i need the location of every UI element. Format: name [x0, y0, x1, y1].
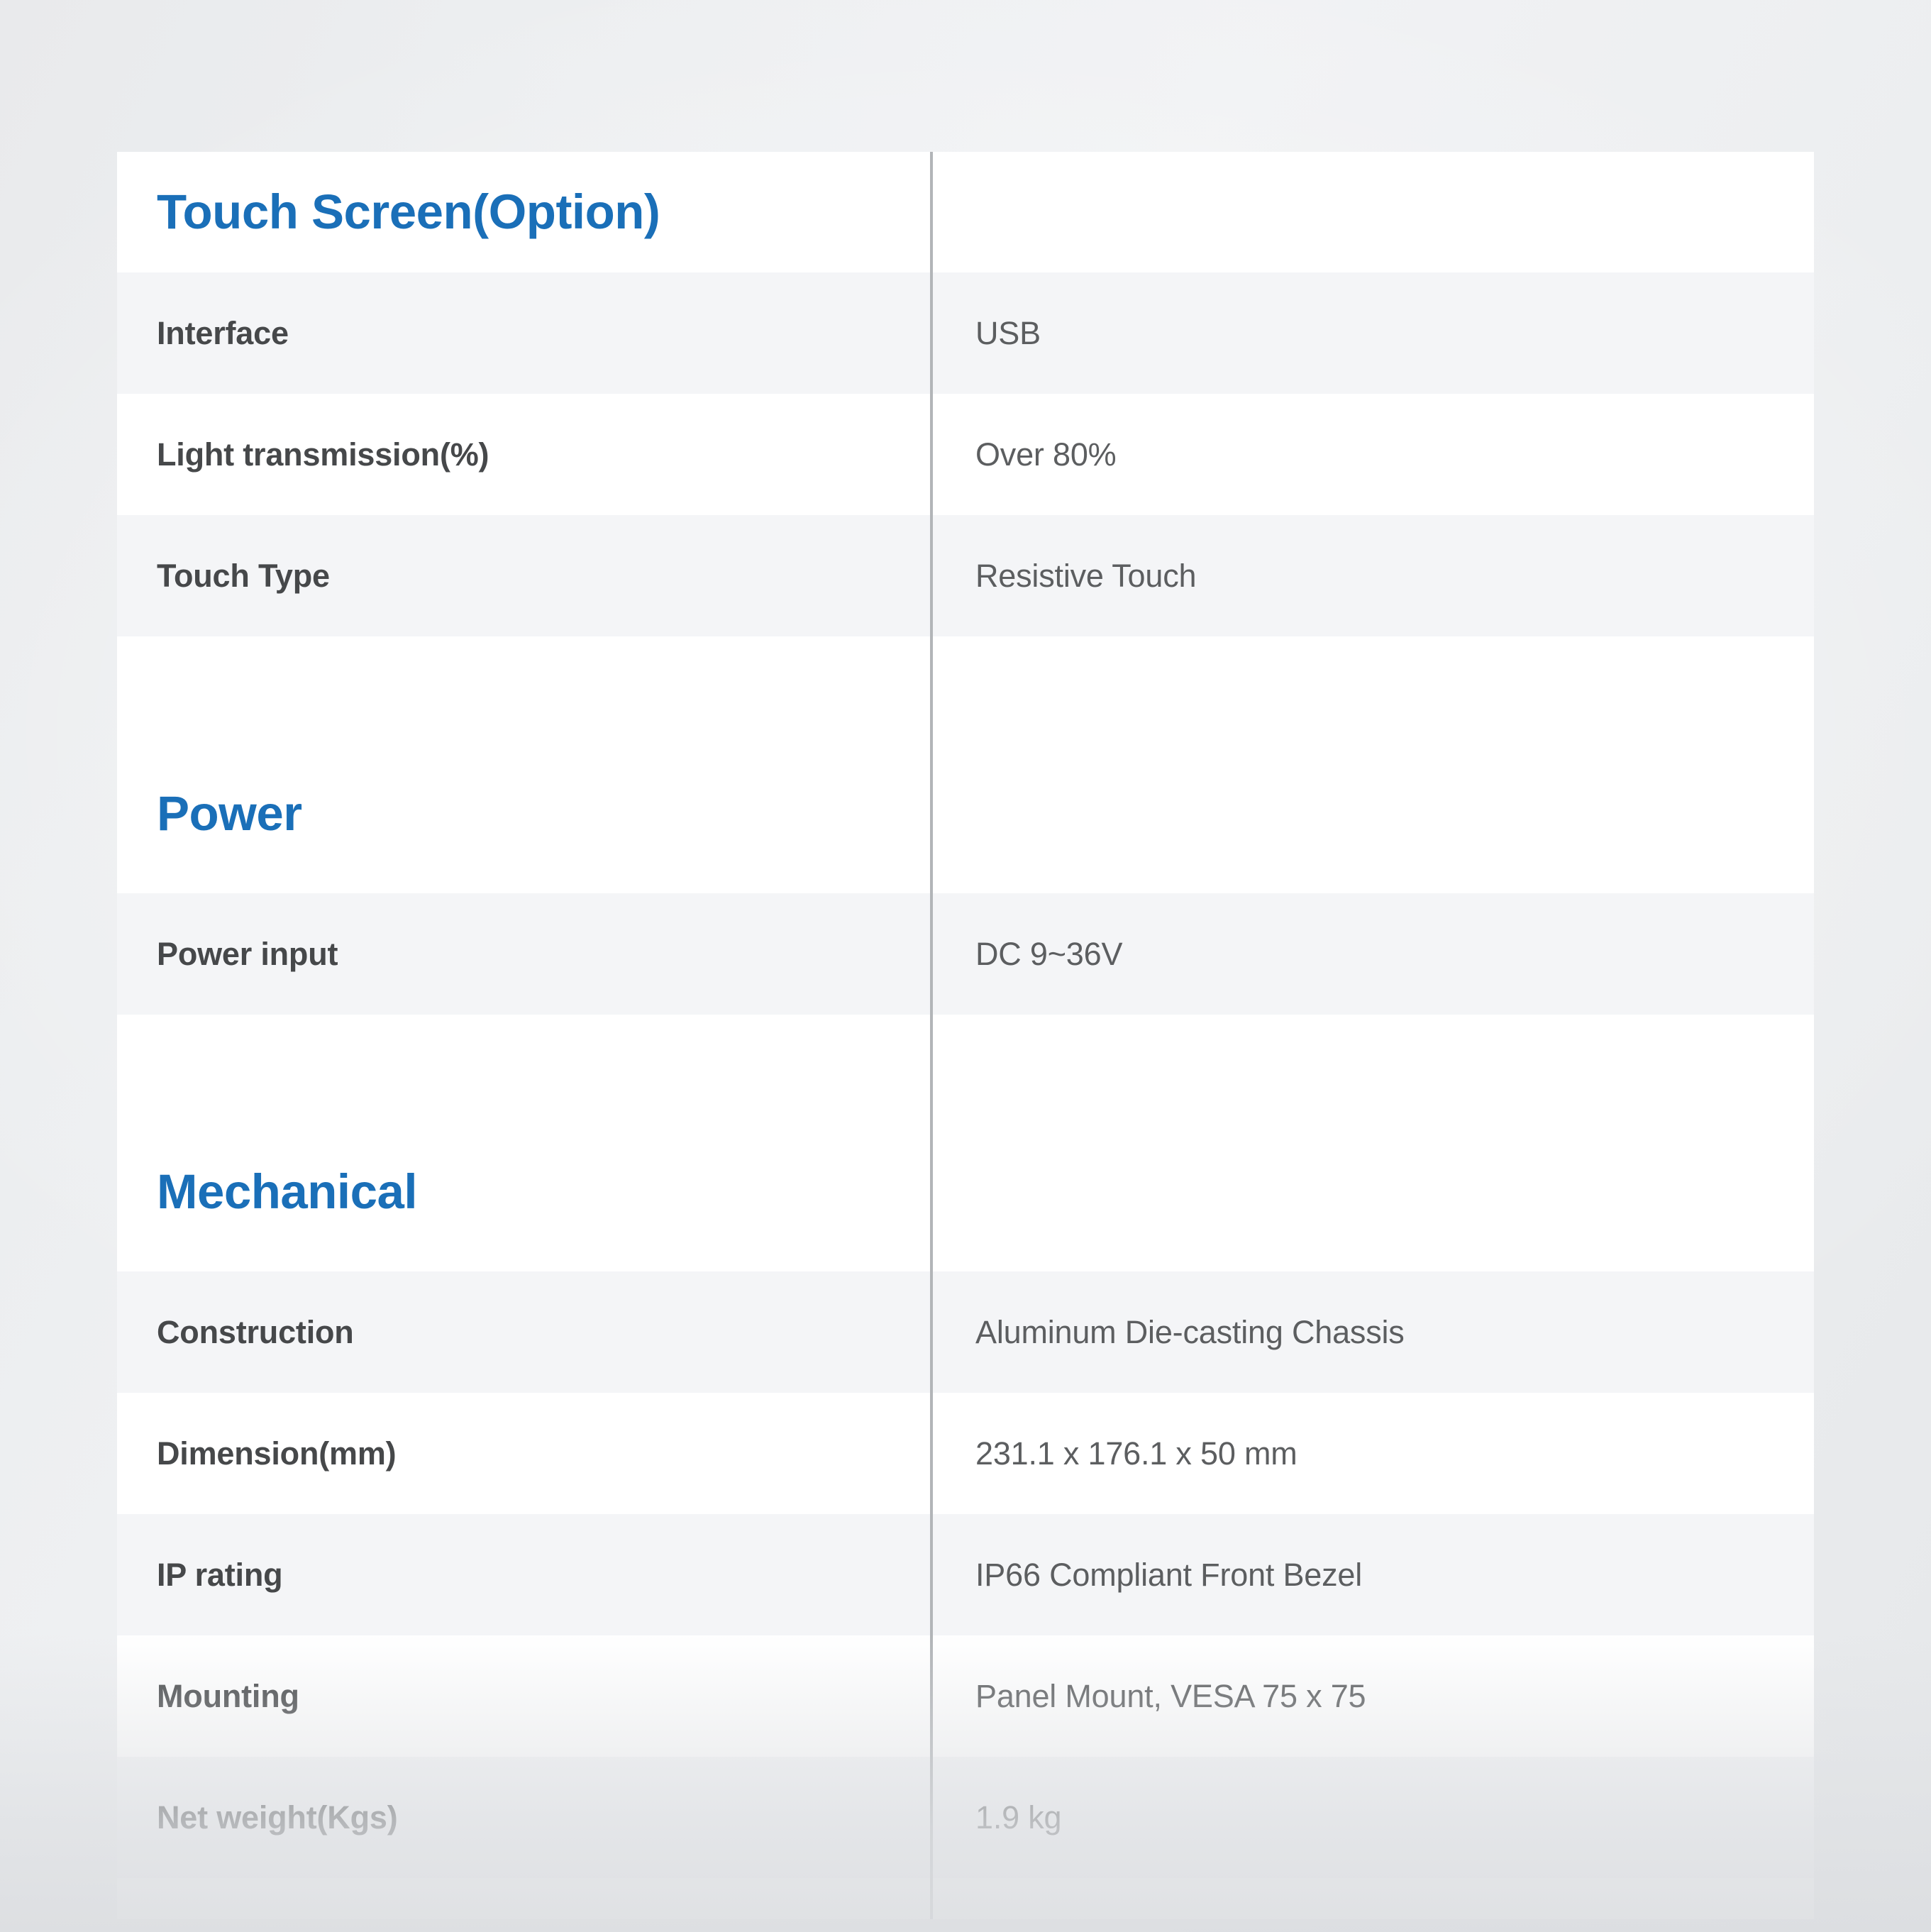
section-spacer-value-cell	[931, 636, 1814, 734]
table-row: Mounting Panel Mount, VESA 75 x 75	[117, 1635, 1814, 1757]
section-spacer-row	[117, 1015, 1814, 1113]
section-spacer-value-cell	[931, 1015, 1814, 1113]
section-header-row-mechanical: Mechanical	[117, 1113, 1814, 1271]
section-title-touch-screen: Touch Screen(Option)	[157, 184, 660, 239]
row-value-cell: 1.9 kg	[931, 1757, 1814, 1878]
row-value-cell: USB	[931, 272, 1814, 394]
row-label-cell: Power input	[117, 893, 933, 1015]
specification-table-body: Touch Screen(Option) Interface USB Light…	[117, 152, 1814, 1919]
row-label-cell: Interface	[117, 272, 933, 394]
spec-label-touch-type: Touch Type	[157, 557, 330, 594]
specification-card: Touch Screen(Option) Interface USB Light…	[117, 152, 1814, 1919]
spec-label-construction: Construction	[157, 1313, 354, 1350]
row-label-cell: Construction	[117, 1271, 933, 1393]
spec-label-power-input: Power input	[157, 935, 338, 972]
section-title-cell: Mechanical	[117, 1113, 933, 1271]
table-row: Dimension(mm) 231.1 x 176.1 x 50 mm	[117, 1393, 1814, 1514]
section-header-row-power: Power	[117, 734, 1814, 893]
row-value-cell: Over 80%	[931, 394, 1814, 515]
spec-value-power-input: DC 9~36V	[975, 935, 1123, 972]
table-row: Touch Type Resistive Touch	[117, 515, 1814, 636]
section-title-mechanical: Mechanical	[157, 1164, 418, 1219]
row-value-cell: IP66 Compliant Front Bezel	[931, 1514, 1814, 1635]
spec-label-mounting: Mounting	[157, 1677, 299, 1714]
spec-value-ip-rating: IP66 Compliant Front Bezel	[975, 1556, 1363, 1593]
spec-label-ip-rating: IP rating	[157, 1556, 283, 1593]
row-label-cell: Mounting	[117, 1635, 933, 1757]
row-value-cell: 231.1 x 176.1 x 50 mm	[931, 1393, 1814, 1514]
row-label-cell: Net weight(Kgs)	[117, 1757, 933, 1878]
row-value-cell: Resistive Touch	[931, 515, 1814, 636]
spec-label-dimension: Dimension(mm)	[157, 1435, 397, 1472]
row-label-cell: Dimension(mm)	[117, 1393, 933, 1514]
section-title-power: Power	[157, 785, 302, 841]
section-spacer-label-cell	[117, 636, 933, 734]
section-title-value-cell	[931, 734, 1814, 893]
table-row: Power input DC 9~36V	[117, 893, 1814, 1015]
table-row: Light transmission(%) Over 80%	[117, 394, 1814, 515]
row-value-cell: Aluminum Die-casting Chassis	[931, 1271, 1814, 1393]
table-bottom-value-cell	[931, 1878, 1814, 1919]
section-title-value-cell	[931, 1113, 1814, 1271]
page-backdrop: Touch Screen(Option) Interface USB Light…	[0, 0, 1931, 1932]
section-title-value-cell	[931, 152, 1814, 272]
spec-value-touch-type: Resistive Touch	[975, 557, 1197, 594]
section-spacer-label-cell	[117, 1015, 933, 1113]
spec-value-net-weight: 1.9 kg	[975, 1799, 1062, 1836]
section-title-cell: Touch Screen(Option)	[117, 152, 933, 272]
table-bottom-strip	[117, 1878, 1814, 1919]
spec-label-net-weight: Net weight(Kgs)	[157, 1799, 398, 1836]
table-bottom-label-cell	[117, 1878, 933, 1919]
section-title-cell: Power	[117, 734, 933, 893]
section-spacer-row	[117, 636, 1814, 734]
spec-value-light-transmission: Over 80%	[975, 436, 1117, 473]
table-row: Interface USB	[117, 272, 1814, 394]
row-value-cell: DC 9~36V	[931, 893, 1814, 1015]
spec-label-interface: Interface	[157, 314, 289, 351]
specification-table: Touch Screen(Option) Interface USB Light…	[117, 152, 1814, 1919]
table-row: IP rating IP66 Compliant Front Bezel	[117, 1514, 1814, 1635]
row-label-cell: Touch Type	[117, 515, 933, 636]
spec-value-construction: Aluminum Die-casting Chassis	[975, 1313, 1405, 1350]
row-value-cell: Panel Mount, VESA 75 x 75	[931, 1635, 1814, 1757]
table-row: Net weight(Kgs) 1.9 kg	[117, 1757, 1814, 1878]
spec-value-mounting: Panel Mount, VESA 75 x 75	[975, 1677, 1366, 1714]
row-label-cell: Light transmission(%)	[117, 394, 933, 515]
row-label-cell: IP rating	[117, 1514, 933, 1635]
spec-value-interface: USB	[975, 314, 1041, 351]
table-row: Construction Aluminum Die-casting Chassi…	[117, 1271, 1814, 1393]
section-header-row-touch-screen: Touch Screen(Option)	[117, 152, 1814, 272]
spec-value-dimension: 231.1 x 176.1 x 50 mm	[975, 1435, 1298, 1472]
spec-label-light-transmission: Light transmission(%)	[157, 436, 489, 473]
